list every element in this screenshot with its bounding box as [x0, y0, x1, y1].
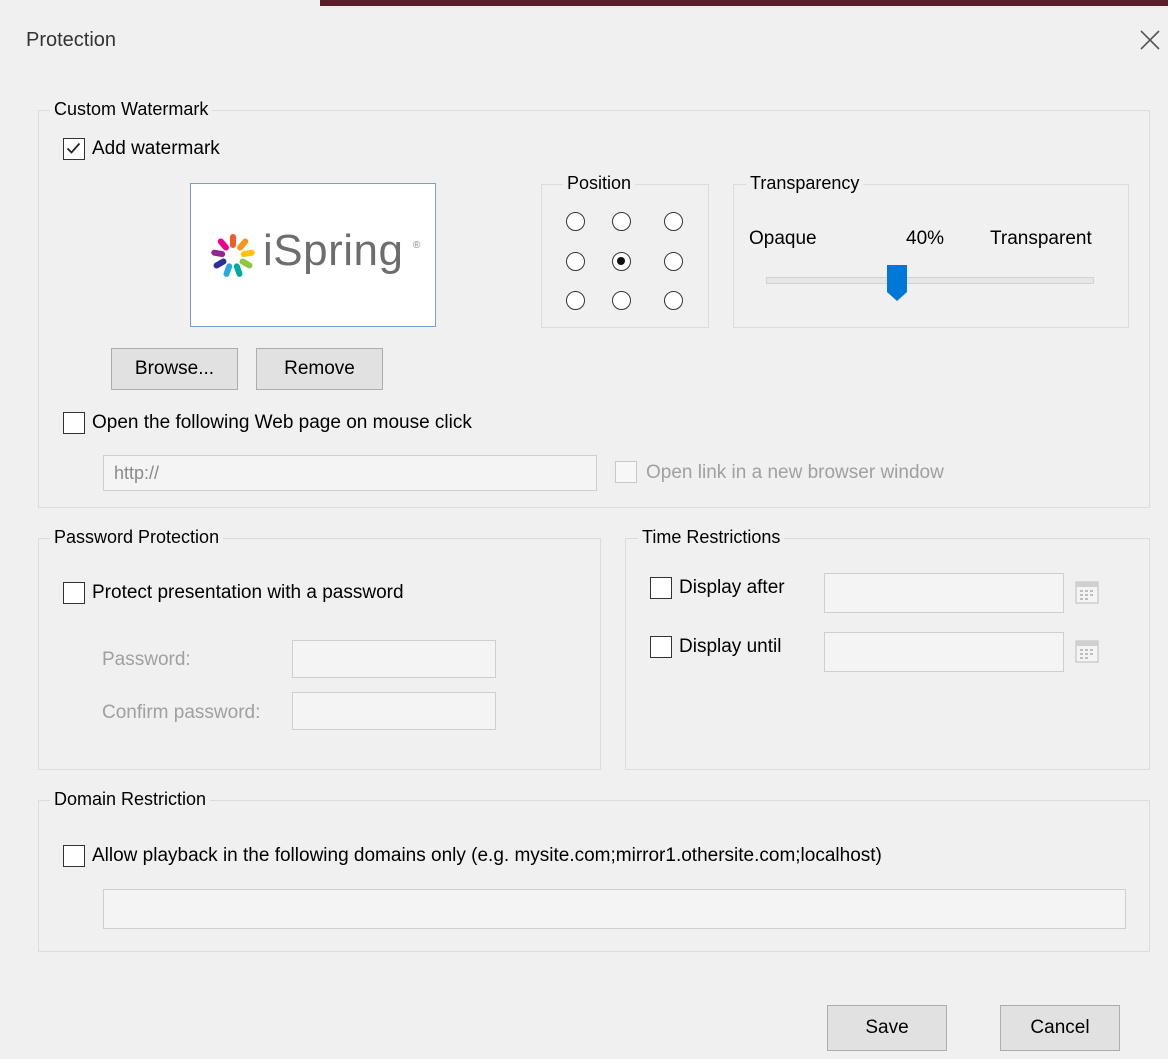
custom-watermark-legend: Custom Watermark — [50, 99, 213, 120]
transparency-legend: Transparency — [746, 173, 864, 194]
allow-domains-checkbox[interactable] — [63, 845, 85, 867]
save-button[interactable]: Save — [827, 1005, 947, 1051]
time-restrictions-legend: Time Restrictions — [638, 527, 785, 548]
display-until-checkbox[interactable] — [650, 636, 672, 658]
browse-button[interactable]: Browse... — [111, 348, 238, 390]
confirm-password-label: Confirm password: — [102, 702, 261, 723]
protect-password-checkbox[interactable] — [63, 582, 85, 604]
display-after-checkbox[interactable] — [650, 577, 672, 599]
display-until-field[interactable] — [824, 632, 1064, 672]
open-web-page-checkbox[interactable] — [63, 412, 85, 434]
password-field[interactable] — [292, 640, 496, 678]
domain-restriction-legend: Domain Restriction — [50, 789, 211, 810]
domain-restriction-group — [38, 800, 1150, 952]
position-radio[interactable] — [566, 291, 585, 310]
url-field[interactable]: http:// — [103, 455, 597, 491]
position-radio[interactable] — [612, 291, 631, 310]
close-icon — [1140, 30, 1160, 50]
new-window-label: Open link in a new browser window — [646, 462, 944, 483]
add-watermark-label[interactable]: Add watermark — [92, 138, 220, 160]
transparent-label: Transparent — [990, 228, 1092, 249]
watermark-preview: iSpring ® — [190, 183, 436, 327]
transparency-value-label: 40% — [906, 228, 945, 249]
watermark-logo-text: iSpring — [263, 226, 404, 275]
password-protection-legend: Password Protection — [50, 527, 224, 548]
watermark-logo-mark: ® — [413, 240, 421, 251]
transparency-group — [733, 184, 1129, 328]
close-button[interactable] — [1134, 20, 1166, 60]
cancel-button[interactable]: Cancel — [1000, 1005, 1120, 1051]
open-web-page-label[interactable]: Open the following Web page on mouse cli… — [92, 412, 472, 434]
allow-domains-label[interactable]: Allow playback in the following domains … — [92, 845, 882, 867]
position-radio[interactable] — [612, 252, 631, 271]
position-radio[interactable] — [612, 212, 631, 231]
position-radio[interactable] — [664, 291, 683, 310]
checkmark-icon — [66, 142, 81, 154]
display-until-label[interactable]: Display until — [679, 636, 781, 658]
position-radio[interactable] — [566, 212, 585, 231]
confirm-password-field[interactable] — [292, 692, 496, 730]
calendar-icon[interactable] — [1074, 638, 1100, 664]
remove-button[interactable]: Remove — [256, 348, 383, 390]
ispring-logo-icon — [211, 234, 255, 277]
display-after-label[interactable]: Display after — [679, 577, 785, 599]
opaque-label: Opaque — [749, 228, 817, 249]
position-radio[interactable] — [566, 252, 585, 271]
slider-thumb-icon[interactable] — [886, 264, 908, 302]
transparency-slider-track[interactable] — [766, 277, 1094, 284]
protect-password-label[interactable]: Protect presentation with a password — [92, 582, 404, 604]
title-bar — [0, 6, 1168, 76]
new-window-checkbox[interactable] — [615, 461, 637, 483]
domains-field[interactable] — [103, 889, 1126, 929]
password-label: Password: — [102, 649, 191, 670]
position-legend: Position — [563, 173, 636, 194]
calendar-icon[interactable] — [1074, 579, 1100, 605]
position-radio[interactable] — [664, 212, 683, 231]
add-watermark-checkbox[interactable] — [63, 138, 85, 160]
display-after-field[interactable] — [824, 573, 1064, 613]
dialog-title: Protection — [26, 29, 117, 51]
position-radio[interactable] — [664, 252, 683, 271]
